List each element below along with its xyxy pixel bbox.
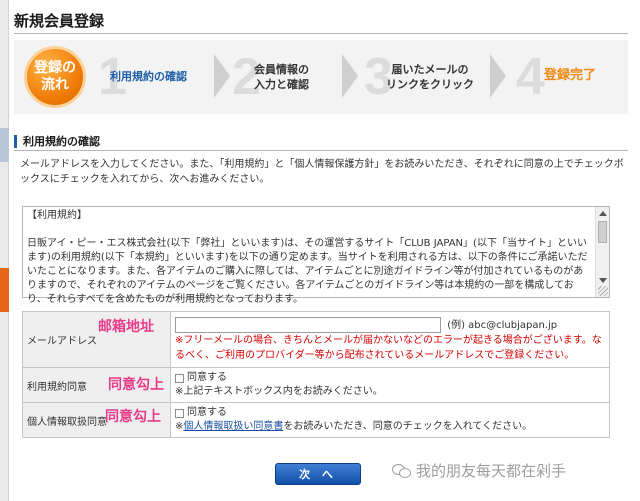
watermark: 我的朋友每天都在剁手 [392, 460, 566, 481]
privacy-policy-link[interactable]: 個人情報取扱い同意書 [183, 421, 283, 432]
step-label-1: 利用規約の確認 [110, 70, 187, 83]
email-example: (例) abc@clubjapan.jp [447, 319, 558, 331]
page-title: 新規会員登録 [14, 12, 105, 30]
watermark-text: 我的朋友每天都在剁手 [416, 462, 567, 480]
privacy-agree-checkbox[interactable] [175, 408, 184, 418]
privacy-note-suffix: をお読みいただき、同意のチェックを入れてください。 [283, 421, 533, 432]
privacy-agree-checkbox-label[interactable]: 同意する [187, 406, 227, 420]
terms-agree-checkbox[interactable] [175, 373, 184, 383]
side-tab-upper[interactable] [0, 128, 9, 162]
flow-badge-label: 登録の 流れ [34, 60, 76, 93]
overlay-privacy-annotation: 同意勾上 [105, 409, 161, 425]
terms-scrollbar[interactable] [595, 207, 609, 297]
privacy-agree-cell: 同意する ※個人情報取扱い同意書をお読みいただき、同意のチェックを入れてください… [170, 402, 610, 438]
next-button[interactable]: 次 へ [275, 463, 361, 485]
scroll-down-icon[interactable] [599, 278, 607, 283]
terms-agree-note: ※上記テキストボックス内をお読みください。 [175, 386, 383, 397]
step-label-3: 届いたメールの リンクをクリック [386, 63, 474, 91]
section-heading: 利用規約の確認 [14, 135, 100, 148]
terms-text: 【利用規約】 日販アイ・ピー・エス株式会社(以下「弊社」といいます)は、その運営… [27, 210, 588, 305]
title-divider [14, 33, 628, 34]
registration-flow: 登録の 流れ 1 利用規約の確認 2 会員情報の 入力と確認 3 届いたメールの… [14, 40, 628, 114]
overlay-terms-annotation: 同意勾上 [108, 377, 164, 393]
step-number-4: 4 [516, 48, 545, 106]
step-arrow-3 [490, 54, 506, 98]
terms-textbox[interactable]: 【利用規約】 日販アイ・ピー・エス株式会社(以下「弊社」といいます)は、その運営… [22, 206, 610, 305]
step-arrow-1 [214, 54, 230, 98]
step-label-4: 登録完了 [544, 68, 597, 83]
email-cell: (例) abc@clubjapan.jp ※フリーメールの場合、きちんとメールが… [170, 311, 610, 368]
terms-agree-cell: 同意する ※上記テキストボックス内をお読みください。 [170, 367, 610, 403]
wechat-icon [392, 463, 411, 478]
scroll-thumb[interactable] [598, 221, 607, 243]
scroll-up-icon[interactable] [599, 211, 607, 216]
flow-badge: 登録の 流れ [24, 46, 86, 108]
left-side-strip [0, 0, 9, 501]
overlay-email-annotation: 邮箱地址 [98, 319, 154, 335]
step-arrow-2 [342, 54, 358, 98]
privacy-agree-note: ※個人情報取扱い同意書をお読みいただき、同意のチェックを入れてください。 [175, 420, 605, 434]
intro-text: メールアドレスを入力してください。また、「利用規約」と「個人情報保護方針」をお読… [20, 159, 624, 185]
side-tab-orange[interactable] [0, 268, 9, 312]
section-divider [14, 150, 628, 151]
email-warning: ※フリーメールの場合、きちんとメールが届かないなどのエラーが起きる場合がございま… [175, 334, 602, 361]
terms-agree-checkbox-label[interactable]: 同意する [187, 371, 227, 385]
step-label-2: 会員情報の 入力と確認 [254, 63, 309, 91]
email-field[interactable] [175, 316, 441, 333]
resize-grip-icon[interactable] [598, 286, 608, 296]
